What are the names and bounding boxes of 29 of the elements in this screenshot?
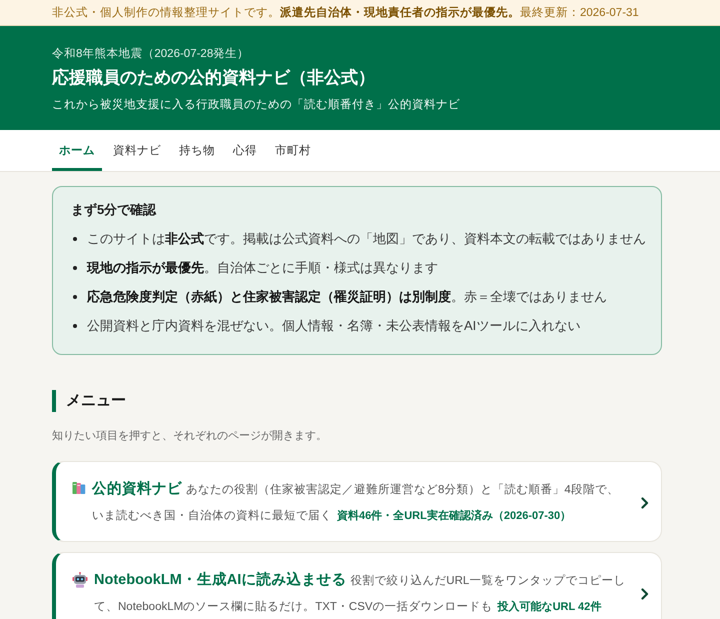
menu-card[interactable]: 公的資料ナビ あなたの役割（住家被害認定／避難所運営など8分類）と「読む順番」4段階で、いま読むべき国・自治体の資料に最短で届く 資料46件・全URL実在確認済み（2026-07-30）: [52, 461, 662, 542]
bullet-text: 応急危険度判定（赤紙）と住家被害認定（罹災証明）は別制度。赤＝全壊ではありません: [87, 288, 607, 306]
bullet-text: 現地の指示が最優先。自治体ごとに手順・様式は異なります: [87, 258, 438, 276]
notice-text: 非公式・個人制作の情報整理サイトです。派遣先自治体・現地責任者の指示が最優先。最終更新：2026-07-31: [52, 5, 639, 20]
site-title: 応援職員のための公的資料ナビ（非公式）: [52, 67, 375, 89]
card-text: NotebookLM・生成AIに読み込ませる 役割で絞り込んだURL一覧をワンタップでコピーして、NotebookLMのソース欄に貼るだけ。TXT・CSVの一括ダウンロードも 投入可能なURL 42件: [94, 570, 626, 615]
heading-accent-bar: [52, 390, 56, 412]
chevron-right-icon: [641, 496, 649, 508]
nav-tab[interactable]: 市町村: [268, 130, 318, 171]
site-tagline: これから被災地支援に入る行政職員のための「読む順番付き」公的資料ナビ: [52, 98, 460, 113]
bullet-icon: [73, 294, 77, 298]
section-description: 知りたい項目を押すと、それぞれのページが開きます。: [52, 429, 327, 444]
nav-tab[interactable]: 資料ナビ: [106, 130, 168, 171]
bullet-text: このサイトは非公式です。掲載は公式資料への「地図」であり、資料本文の転載ではありません: [87, 230, 646, 248]
bullet-icon: [73, 266, 77, 270]
chevron-right-icon: [641, 588, 649, 600]
nav-tab[interactable]: 持ち物: [172, 130, 222, 171]
books-icon: [72, 481, 86, 495]
bullet-text: 公開資料と庁内資料を混ぜない。個人情報・名簿・未公表情報をAIツールに入れない: [87, 316, 580, 334]
header-subtitle: 令和8年熊本地震（2026-07-28発生）: [52, 46, 250, 62]
robot-icon: [72, 572, 88, 588]
card-text: 公的資料ナビ あなたの役割（住家被害認定／避難所運営など8分類）と「読む順番」4段階で、いま読むべき国・自治体の資料に最短で届く 資料46件・全URL実在確認済み（2026-07-30）: [92, 480, 620, 524]
menu-card[interactable]: NotebookLM・生成AIに読み込ませる 役割で絞り込んだURL一覧をワンタップでコピーして、NotebookLMのソース欄に貼るだけ。TXT・CSVの一括ダウンロードも 投入可能なURL 42件: [52, 552, 662, 619]
nav-tab[interactable]: ホーム: [52, 130, 102, 171]
bullet-icon: [73, 236, 77, 240]
bullet-icon: [73, 324, 77, 328]
section-heading: メニュー: [66, 391, 126, 411]
nav-tab[interactable]: 心得: [226, 130, 264, 171]
panel-title: まず5分で確認: [71, 201, 156, 219]
